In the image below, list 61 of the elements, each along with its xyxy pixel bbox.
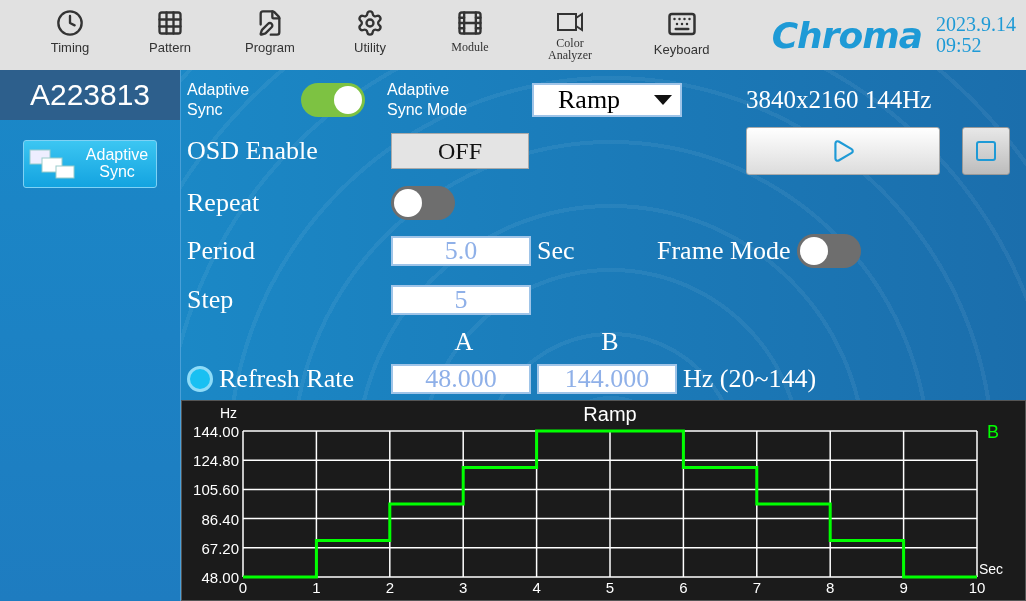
toolbar-button[interactable]: Color Analyzer <box>520 3 620 67</box>
axis-unit: Hz <box>220 405 238 421</box>
stop-icon <box>974 139 998 163</box>
field-label: Adaptive Sync Mode <box>387 80 469 120</box>
tick-label: 0 <box>238 579 248 596</box>
osd-toggle-button[interactable]: OFF <box>391 133 529 169</box>
field-label: Adaptive Sync <box>187 80 251 120</box>
tick-label: 10 <box>968 579 986 596</box>
tick-label: 7 <box>752 579 761 596</box>
device-id: A223813 <box>0 70 180 120</box>
column-header: A <box>453 327 475 357</box>
unit-label: Hz (20~144) <box>683 364 817 394</box>
resolution-text: 3840x2160 144Hz <box>746 86 932 114</box>
tick-label: 9 <box>899 579 908 596</box>
tick-label: 8 <box>826 579 835 596</box>
toolbar-button[interactable]: Pattern <box>120 3 220 67</box>
toolbar-button[interactable]: Module <box>420 3 520 67</box>
field-label: OSD Enable <box>187 136 319 166</box>
toolbar-button[interactable]: Program <box>220 3 320 67</box>
grid-icon <box>156 9 184 37</box>
settings-icon <box>356 9 384 37</box>
tick-label: 86.40 <box>201 510 239 528</box>
tick-label: 4 <box>532 579 541 596</box>
brand-logo: Chroma <box>771 14 922 56</box>
screens-icon <box>28 146 78 182</box>
legend-label: B <box>987 422 999 442</box>
date-text: 2023.9.14 <box>936 14 1016 35</box>
tick-label: 5 <box>605 579 615 596</box>
clock-icon <box>56 9 84 37</box>
tick-label: 124.80 <box>193 452 239 470</box>
toggle-switch[interactable] <box>391 186 455 220</box>
stop-button[interactable] <box>962 127 1010 175</box>
field-label: Period <box>187 236 256 266</box>
field-label: Step <box>187 285 235 315</box>
field-label: Refresh Rate <box>219 364 355 394</box>
toolbar-button[interactable]: Keyboard <box>631 3 732 67</box>
tick-label: 48.00 <box>201 569 239 586</box>
caret-icon <box>654 95 672 105</box>
play-button[interactable] <box>746 127 940 175</box>
tick-label: 6 <box>679 579 688 596</box>
field-label: Repeat <box>187 188 261 218</box>
tick-label: 144.00 <box>193 423 239 440</box>
tick-label: 67.20 <box>201 539 239 557</box>
tick-label: 105.60 <box>193 481 239 499</box>
tick-label: 1 <box>312 579 321 596</box>
axis-unit: Sec <box>979 561 1004 577</box>
toggle-switch[interactable] <box>796 234 861 268</box>
chart-title: Ramp <box>583 403 637 425</box>
tick-label: 2 <box>385 579 394 596</box>
toolbar-button[interactable]: Utility <box>320 3 420 67</box>
film-icon <box>456 9 484 37</box>
toolbar-button[interactable]: Timing <box>20 3 120 67</box>
time-text: 09:52 <box>936 35 983 56</box>
unit-label: Sec <box>537 236 576 266</box>
tick-label: 3 <box>459 579 468 596</box>
mode-dropdown[interactable]: Ramp <box>532 83 682 117</box>
radio-button[interactable] <box>187 366 213 392</box>
column-header: B <box>600 327 620 357</box>
camera-icon <box>556 9 584 33</box>
field-label: Frame Mode <box>657 236 791 266</box>
toggle-switch[interactable] <box>301 83 365 117</box>
